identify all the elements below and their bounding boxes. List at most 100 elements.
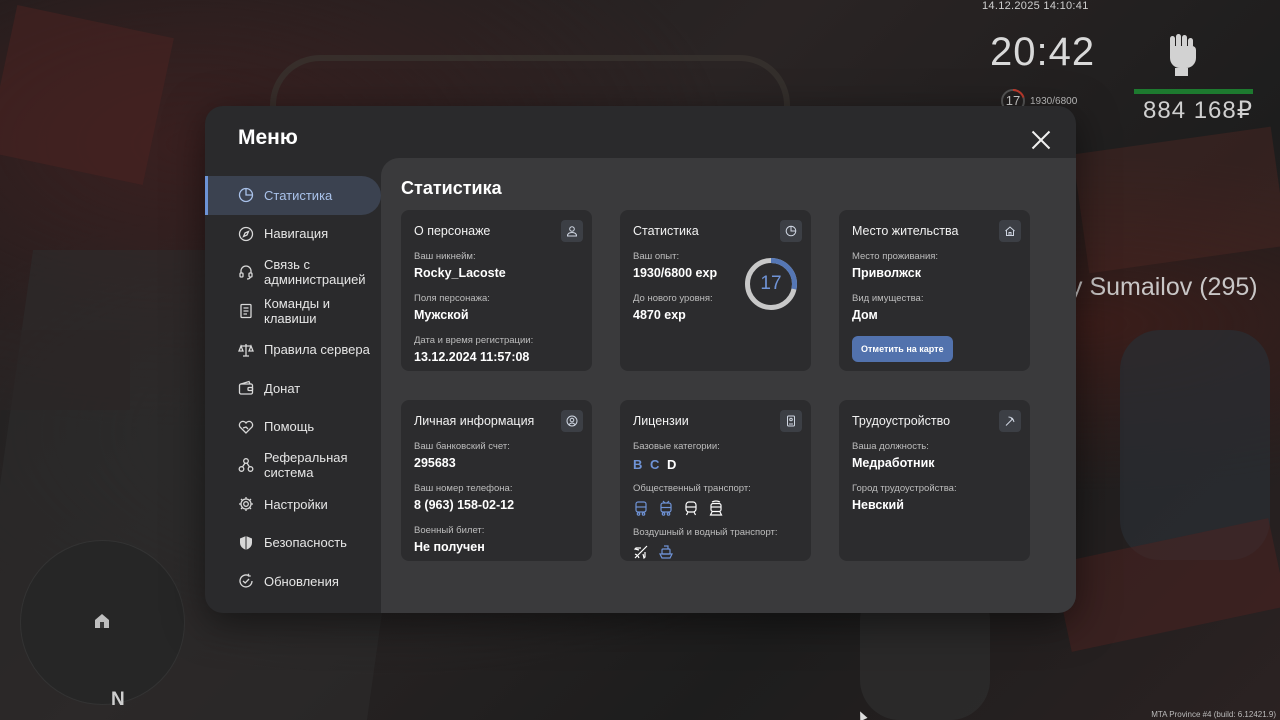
menu-modal: Меню Статистика Навигация Связь с админи…	[205, 106, 1076, 613]
hud-clock: 20:42	[990, 30, 1096, 74]
sidebar-item-contact-admin[interactable]: Связь с администрацией	[205, 253, 381, 292]
pie-chart-icon	[238, 187, 254, 203]
base-categories-label: Базовые категории:	[633, 441, 720, 452]
mark-on-map-button[interactable]: Отметить на карте	[852, 336, 953, 362]
wallet-icon	[238, 380, 254, 396]
employment-city-value: Невский	[852, 498, 904, 512]
refresh-check-icon	[238, 573, 254, 589]
sidebar-item-label: Навигация	[264, 226, 329, 242]
compass-north: N	[111, 689, 125, 710]
trolleybus-icon	[658, 500, 676, 516]
licenses-card: Лицензии Базовые категории: B C D Общест…	[620, 400, 811, 561]
page-title: Статистика	[401, 178, 502, 198]
bank-account-value: 295683	[414, 456, 456, 470]
employment-card: Трудоустройство Ваша должность: Медработ…	[839, 400, 1030, 561]
nickname-label: Ваш никнейм:	[414, 251, 476, 262]
sidebar-item-help[interactable]: Помощь	[205, 408, 381, 447]
health-bar	[1134, 89, 1253, 94]
sidebar-item-label: Донат	[264, 380, 301, 396]
airplane-icon	[633, 544, 651, 560]
boat-icon	[658, 544, 676, 560]
registration-label: Дата и время регистрации:	[414, 335, 534, 346]
compass-icon	[238, 226, 254, 242]
sidebar-item-label: Обновления	[264, 573, 339, 589]
sidebar-item-label: Безопасность	[264, 535, 347, 551]
sidebar-item-statistics[interactable]: Статистика	[205, 176, 381, 215]
menu-title: Меню	[238, 126, 298, 149]
residence-card: Место жительства Место проживания: Приво…	[839, 210, 1030, 371]
hud-datetime: 14.12.2025 14:10:41	[982, 0, 1089, 12]
tram-icon	[708, 500, 726, 516]
card-title: О персонаже	[414, 224, 491, 238]
employment-city-label: Город трудоустройства:	[852, 483, 957, 494]
shield-icon	[238, 535, 254, 551]
menu-sidebar: Статистика Навигация Связь с администрац…	[205, 176, 381, 601]
position-value: Медработник	[852, 456, 935, 470]
category-d: D	[667, 457, 679, 472]
train-icon	[683, 500, 701, 516]
close-button[interactable]	[1030, 129, 1052, 151]
sidebar-item-referral[interactable]: Реферальная система	[205, 446, 381, 485]
statistics-card: Статистика Ваш опыт: 1930/6800 exp До но…	[620, 210, 811, 371]
sidebar-item-label: Настройки	[264, 496, 328, 512]
sidebar-item-settings[interactable]: Настройки	[205, 485, 381, 524]
gender-value: Мужской	[414, 308, 469, 322]
statistics-panel: Статистика О персонаже Ваш никнейм: Rock…	[381, 158, 1076, 613]
sidebar-item-updates[interactable]: Обновления	[205, 562, 381, 601]
card-title: Статистика	[633, 224, 699, 238]
public-transport-icons	[633, 500, 798, 516]
military-id-value: Не получен	[414, 540, 485, 554]
hud-money: 884 168₽	[1143, 97, 1254, 124]
sidebar-item-label: Команды и клавиши	[264, 296, 330, 327]
sidebar-item-security[interactable]: Безопасность	[205, 523, 381, 562]
network-icon	[238, 457, 254, 473]
sidebar-item-label: Реферальная система	[264, 450, 348, 481]
scales-icon	[238, 342, 254, 358]
air-water-transport-label: Воздушный и водный транспорт:	[633, 527, 778, 538]
sidebar-item-donate[interactable]: Донат	[205, 369, 381, 408]
character-card: О персонаже Ваш никнейм: Rocky_Lacoste П…	[401, 210, 592, 371]
air-water-transport-icons	[633, 544, 798, 560]
background-scenery	[0, 330, 130, 410]
build-info: MTA Province #4 (build: 6.12421.9)	[1151, 710, 1276, 719]
residence-place-value: Приволжск	[852, 266, 921, 280]
sidebar-item-label: Связь с администрацией	[264, 257, 366, 288]
level-number: 17	[760, 273, 782, 294]
house-icon	[999, 220, 1021, 242]
sidebar-item-navigation[interactable]: Навигация	[205, 215, 381, 254]
user-circle-icon	[561, 410, 583, 432]
gender-label: Поля персонажа:	[414, 293, 490, 304]
id-badge-icon	[780, 410, 802, 432]
pickaxe-icon	[999, 410, 1021, 432]
sidebar-item-label: Статистика	[264, 187, 333, 203]
property-type-label: Вид имущества:	[852, 293, 924, 304]
position-label: Ваша должность:	[852, 441, 929, 452]
document-icon	[238, 303, 254, 319]
card-title: Место жительства	[852, 224, 959, 238]
sidebar-item-label: Правила сервера	[264, 342, 370, 358]
player-nametag: y Sumailov (295)	[1070, 273, 1258, 301]
category-b: B	[633, 457, 645, 472]
pie-chart-icon	[780, 220, 802, 242]
nickname-value: Rocky_Lacoste	[414, 266, 506, 280]
user-icon	[561, 220, 583, 242]
gear-icon	[238, 496, 254, 512]
residence-place-label: Место проживания:	[852, 251, 939, 262]
card-title: Личная информация	[414, 414, 535, 428]
background-scenery	[1072, 126, 1280, 274]
registration-value: 13.12.2024 11:57:08	[414, 350, 530, 364]
license-categories: B C D	[633, 457, 798, 472]
card-title: Трудоустройство	[852, 414, 951, 428]
sidebar-item-rules[interactable]: Правила сервера	[205, 330, 381, 369]
sidebar-item-commands[interactable]: Команды и клавиши	[205, 292, 381, 331]
card-title: Лицензии	[633, 414, 689, 428]
bank-account-label: Ваш банковский счет:	[414, 441, 510, 452]
mouse-cursor	[856, 709, 868, 720]
home-icon	[95, 614, 109, 628]
headset-icon	[238, 264, 254, 281]
sidebar-item-label: Помощь	[264, 419, 315, 435]
bus-icon	[633, 500, 651, 516]
property-type-value: Дом	[852, 308, 878, 322]
personal-info-card: Личная информация Ваш банковский счет: 2…	[401, 400, 592, 561]
phone-label: Ваш номер телефона:	[414, 483, 513, 494]
